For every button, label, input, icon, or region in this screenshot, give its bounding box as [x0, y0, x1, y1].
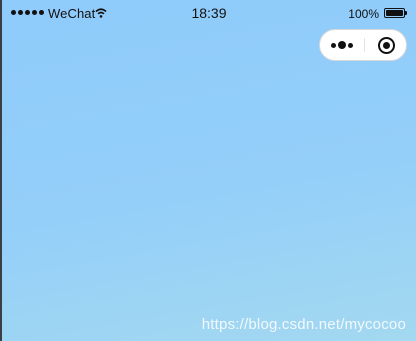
battery-icon: [384, 8, 407, 18]
app-screen: WeChat 18:39 100% https://blog.csdn.net/…: [0, 0, 416, 341]
watermark-url: https://blog.csdn.net/mycocoo: [201, 316, 406, 333]
more-button[interactable]: [320, 30, 364, 60]
battery-fill: [386, 10, 403, 16]
more-dots-icon: [331, 42, 336, 48]
target-close-icon: [377, 36, 395, 54]
target-close-icon-core: [382, 41, 390, 49]
status-bar: WeChat 18:39 100%: [2, 0, 416, 28]
close-button[interactable]: [365, 30, 407, 60]
battery-percent: 100%: [348, 7, 379, 21]
more-dots-icon-center: [338, 41, 346, 49]
more-dots-icon-right: [348, 42, 353, 48]
mini-program-capsule: [319, 29, 407, 61]
